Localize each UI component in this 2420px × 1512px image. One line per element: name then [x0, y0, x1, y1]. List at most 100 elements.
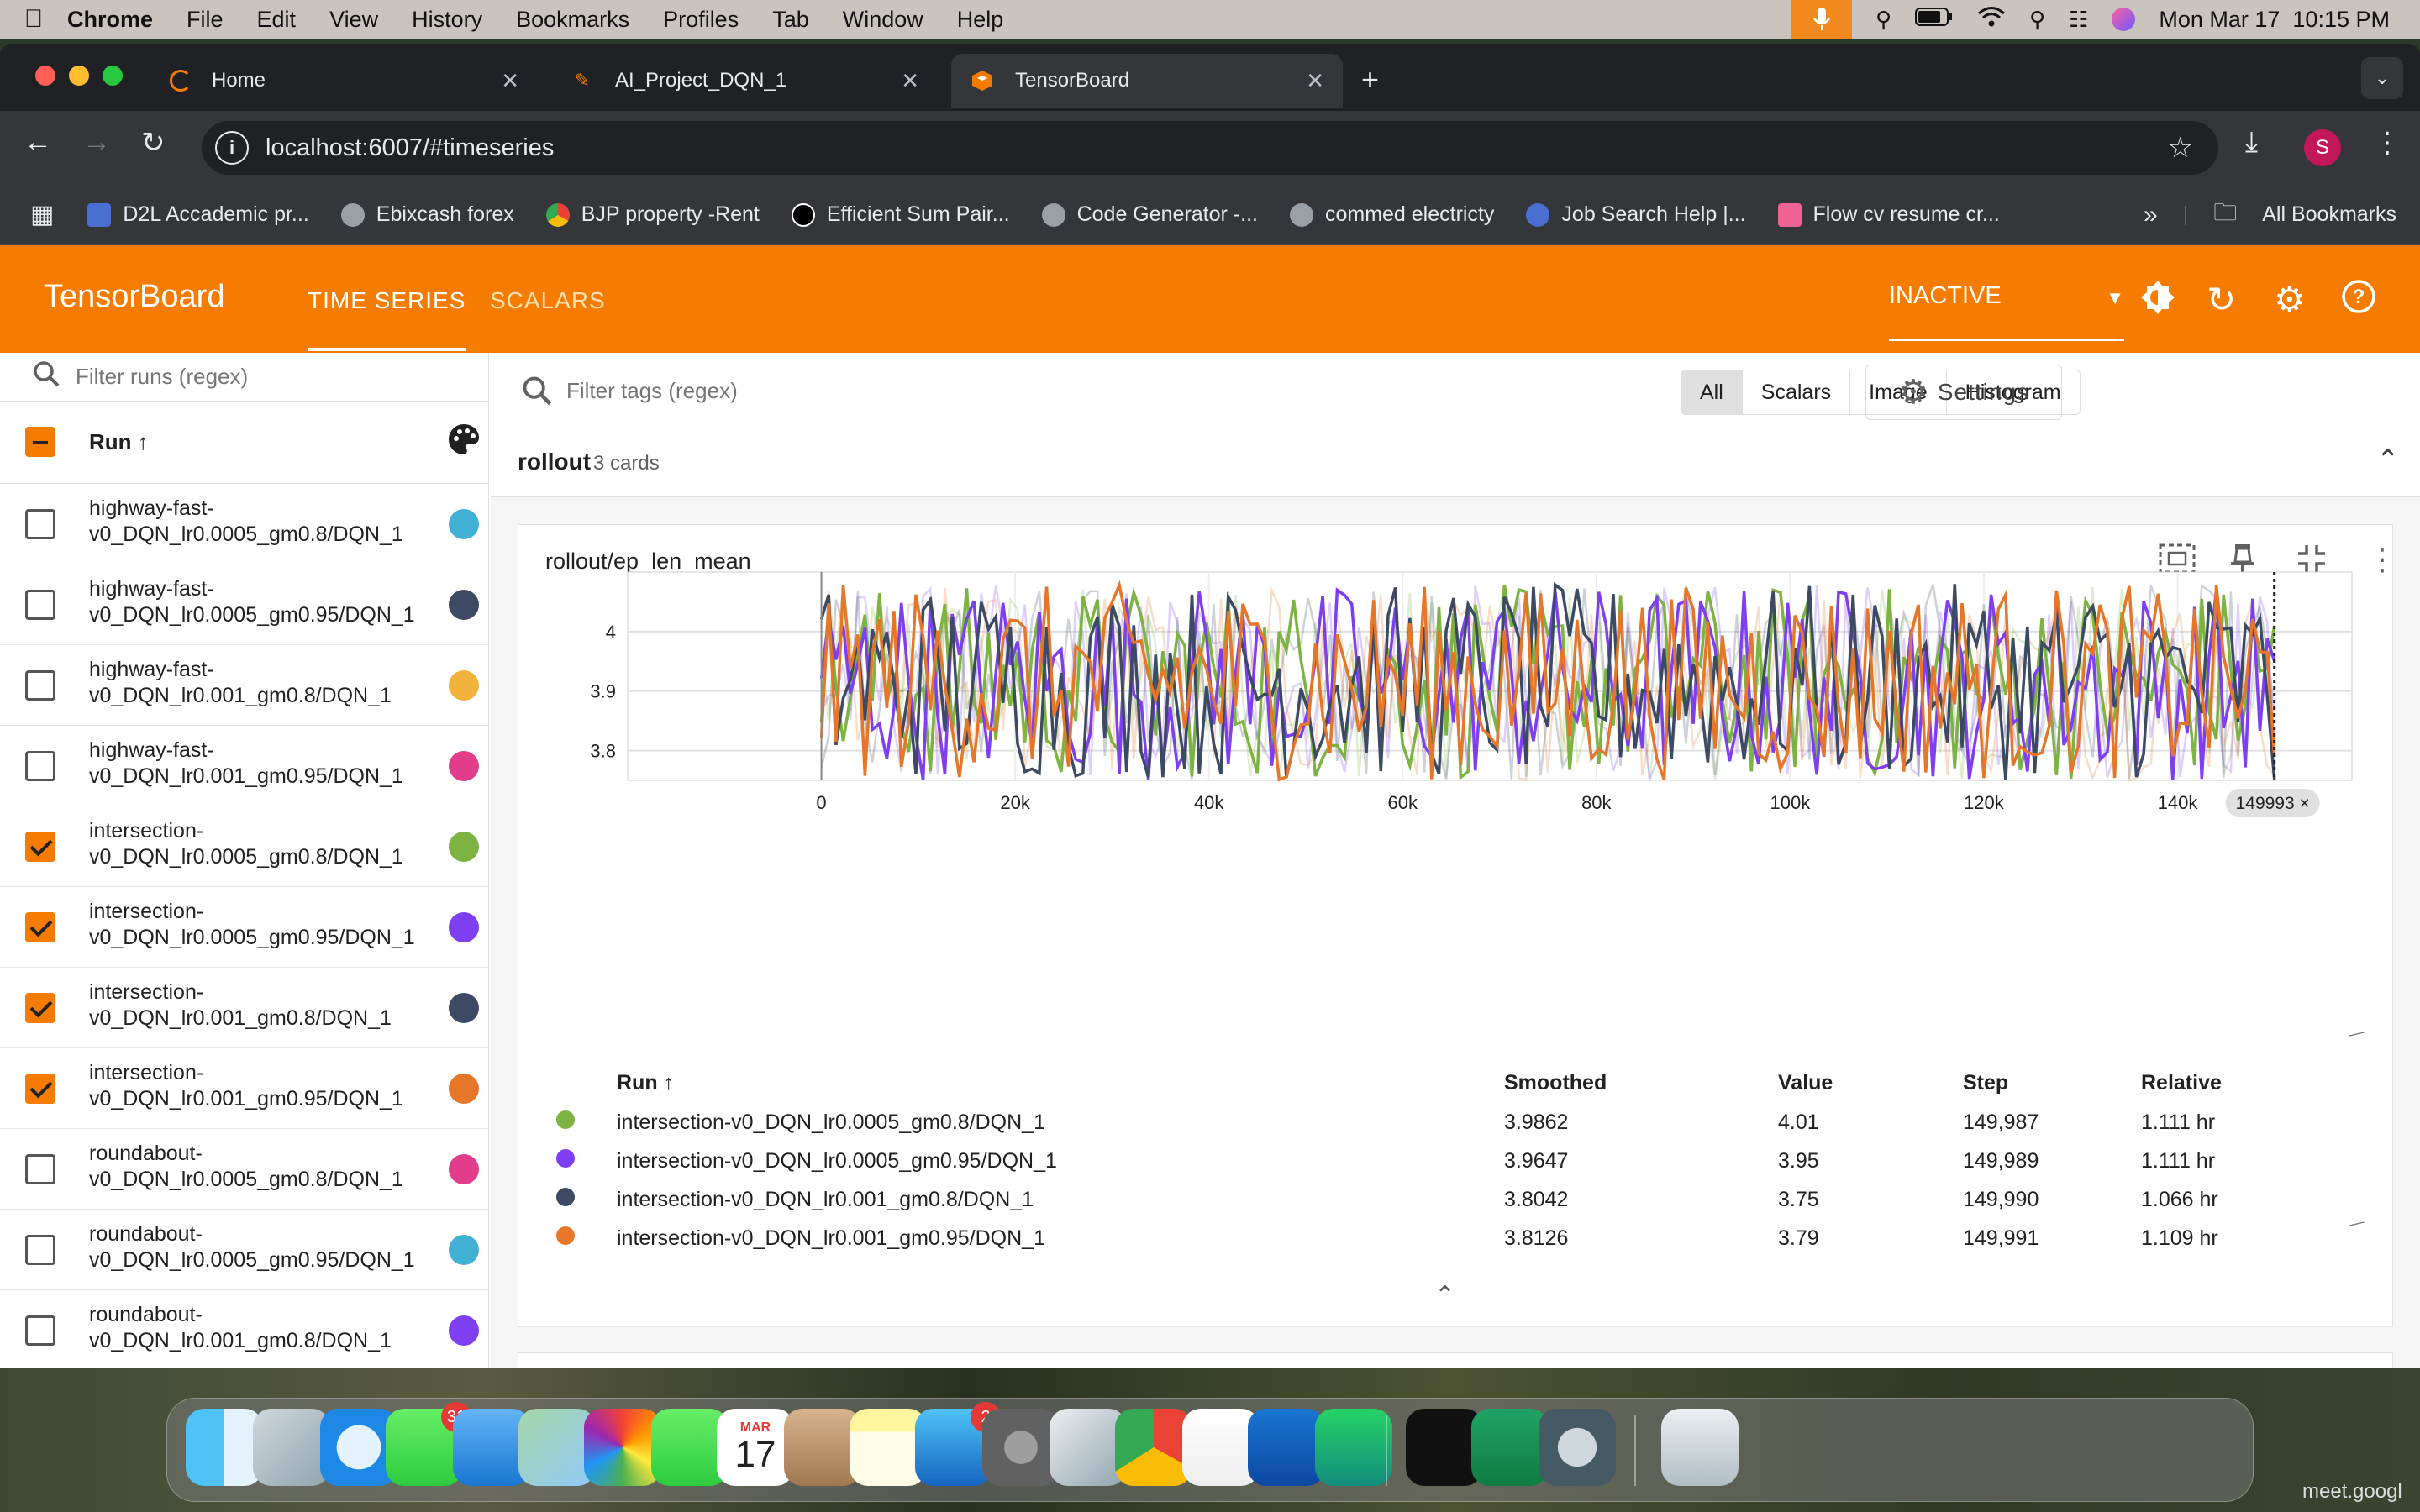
photos-icon[interactable]	[584, 1409, 661, 1486]
run-row[interactable]: roundabout-v0_DQN_lr0.001_gm0.8/DQN_1	[0, 1290, 489, 1368]
calendar-icon[interactable]: MAR 17	[717, 1409, 794, 1486]
run-row[interactable]: intersection-v0_DQN_lr0.0005_gm0.95/DQN_…	[0, 887, 489, 968]
menu-file[interactable]: File	[187, 7, 224, 33]
tab-time-series[interactable]: TIME SERIES	[308, 287, 466, 351]
reload-data-icon[interactable]: ↻	[2207, 279, 2236, 320]
tab-home[interactable]: Home ✕	[151, 54, 538, 108]
wifi-icon[interactable]	[1977, 6, 2006, 34]
run-row[interactable]: highway-fast-v0_DQN_lr0.0005_gm0.95/DQN_…	[0, 564, 489, 645]
expand-legend-chevron-icon[interactable]: ⌃	[1434, 1281, 1455, 1310]
card-group-header[interactable]: rollout 3 cards ⌃	[491, 428, 2420, 497]
close-tab-icon[interactable]: ✕	[901, 68, 919, 94]
messages-icon[interactable]: 31	[386, 1402, 471, 1486]
run-checkbox[interactable]	[25, 751, 55, 781]
download-icon[interactable]: ⤓	[2245, 126, 2258, 159]
help-icon[interactable]: ?	[2341, 279, 2376, 323]
tab-scalars[interactable]: SCALARS	[490, 287, 606, 314]
quicktime-icon[interactable]	[1539, 1409, 1616, 1486]
run-color-swatch[interactable]	[449, 1154, 479, 1184]
bookmark-item[interactable]: Efficient Sum Pair...	[791, 202, 1010, 227]
address-bar[interactable]: i localhost:6007/#timeseries ☆	[202, 121, 2218, 175]
run-color-swatch[interactable]	[449, 912, 479, 942]
settings-gear-icon[interactable]: ⚙	[2274, 279, 2306, 320]
battery-icon[interactable]	[1915, 7, 1954, 33]
run-row[interactable]: intersection-v0_DQN_lr0.001_gm0.8/DQN_1	[0, 968, 489, 1048]
collapse-chevron-icon[interactable]: ⌃	[2376, 444, 2401, 477]
line-chart[interactable]: 3.8 3.9 4 0 20k 40k 60k 80k 100k 120k 140k 149993 ×	[518, 525, 2394, 1063]
run-color-swatch[interactable]	[449, 993, 479, 1023]
run-checkbox[interactable]	[25, 1315, 55, 1346]
run-checkbox[interactable]	[25, 832, 55, 862]
run-row[interactable]: highway-fast-v0_DQN_lr0.001_gm0.8/DQN_1	[0, 645, 489, 726]
plugin-selector-dropdown[interactable]: INACTIVE ▼	[1889, 282, 2124, 341]
bookmark-item[interactable]: Flow cv resume cr...	[1777, 202, 2000, 227]
folder-icon[interactable]: 🗀	[2213, 195, 2237, 235]
microphone-icon[interactable]	[1791, 0, 1852, 39]
all-bookmarks-label[interactable]: All Bookmarks	[2262, 202, 2396, 227]
run-row[interactable]: intersection-v0_DQN_lr0.001_gm0.95/DQN_1	[0, 1048, 489, 1129]
run-color-swatch[interactable]	[449, 1235, 479, 1265]
menubar-datetime[interactable]: Mon Mar 17 10:15 PM	[2159, 7, 2390, 33]
theme-toggle-icon[interactable]	[2139, 279, 2176, 324]
menu-window[interactable]: Window	[843, 7, 923, 33]
meet-notification-label[interactable]: meet.googl	[2302, 1480, 2402, 1504]
bookmark-item[interactable]: commed electricty	[1289, 202, 1494, 227]
run-checkbox[interactable]	[25, 590, 55, 620]
spotlight-search-icon[interactable]: ⚲	[2029, 7, 2045, 33]
apple-icon[interactable]: 	[0, 5, 67, 34]
menu-help[interactable]: Help	[957, 7, 1004, 33]
menu-tab[interactable]: Tab	[772, 7, 809, 33]
bookmark-item[interactable]: Code Generator -...	[1041, 202, 1258, 227]
appstore-icon[interactable]: 2	[915, 1402, 1001, 1486]
control-center-icon[interactable]: ☷	[2069, 7, 2088, 33]
menu-bookmarks[interactable]: Bookmarks	[516, 7, 629, 33]
profile-avatar[interactable]: S	[2304, 129, 2341, 166]
tab-search-chevron-icon[interactable]: ⌄	[2361, 57, 2403, 99]
tab-ai-project[interactable]: ✎ AI_Project_DQN_1 ✕	[551, 54, 938, 108]
run-color-swatch[interactable]	[449, 832, 479, 862]
close-window-button[interactable]	[35, 66, 55, 86]
resize-handle-icon[interactable]: ∕	[2348, 1216, 2365, 1234]
whatsapp-icon[interactable]	[1315, 1409, 1392, 1486]
menu-edit[interactable]: Edit	[257, 7, 297, 33]
filter-runs-input[interactable]: Filter runs (regex)	[0, 353, 489, 402]
chrome-icon[interactable]	[1115, 1409, 1192, 1486]
run-checkbox[interactable]	[25, 509, 55, 539]
bookmark-item[interactable]: Ebixcash forex	[340, 202, 514, 227]
back-arrow-icon[interactable]: ←	[24, 126, 52, 159]
run-row[interactable]: roundabout-v0_DQN_lr0.0005_gm0.8/DQN_1	[0, 1129, 489, 1210]
filter-all-button[interactable]: All	[1681, 370, 1743, 414]
bookmark-item[interactable]: BJP property -Rent	[545, 202, 760, 227]
run-color-swatch[interactable]	[449, 590, 479, 620]
url-text[interactable]: localhost:6007/#timeseries	[266, 134, 554, 162]
menu-profiles[interactable]: Profiles	[663, 7, 739, 33]
filter-scalars-button[interactable]: Scalars	[1743, 370, 1851, 414]
run-checkbox[interactable]	[25, 912, 55, 942]
menu-app-name[interactable]: Chrome	[67, 7, 153, 33]
palette-icon[interactable]	[447, 423, 481, 462]
run-color-swatch[interactable]	[449, 1074, 479, 1104]
minimize-window-button[interactable]	[69, 66, 89, 86]
new-tab-button[interactable]: +	[1361, 62, 1379, 97]
run-checkbox[interactable]	[25, 993, 55, 1023]
run-color-swatch[interactable]	[449, 751, 479, 781]
run-column-header[interactable]: Run ↑	[89, 429, 149, 455]
bookmark-item[interactable]: Job Search Help |...	[1526, 202, 1746, 227]
more-bookmarks-chevron-icon[interactable]: »	[2144, 201, 2158, 229]
airpods-icon[interactable]: ⚲	[1876, 7, 1891, 33]
reload-icon[interactable]: ↻	[141, 126, 166, 160]
finder-icon[interactable]	[186, 1409, 263, 1486]
apps-grid-icon[interactable]: ▦	[30, 200, 54, 229]
excel-icon[interactable]	[1471, 1409, 1549, 1486]
run-row[interactable]: intersection-v0_DQN_lr0.0005_gm0.8/DQN_1	[0, 806, 489, 887]
select-all-checkbox[interactable]	[25, 427, 55, 457]
bookmark-item[interactable]: D2L Accademic pr...	[87, 202, 309, 227]
trash-icon[interactable]	[1661, 1409, 1739, 1486]
tab-tensorboard[interactable]: TensorBoard ✕	[951, 54, 1343, 108]
run-checkbox[interactable]	[25, 1074, 55, 1104]
run-checkbox[interactable]	[25, 1235, 55, 1265]
settings-icon[interactable]	[982, 1409, 1060, 1486]
run-row[interactable]: highway-fast-v0_DQN_lr0.0005_gm0.8/DQN_1	[0, 484, 489, 564]
close-tab-icon[interactable]: ✕	[1306, 68, 1324, 94]
menu-view[interactable]: View	[329, 7, 378, 33]
